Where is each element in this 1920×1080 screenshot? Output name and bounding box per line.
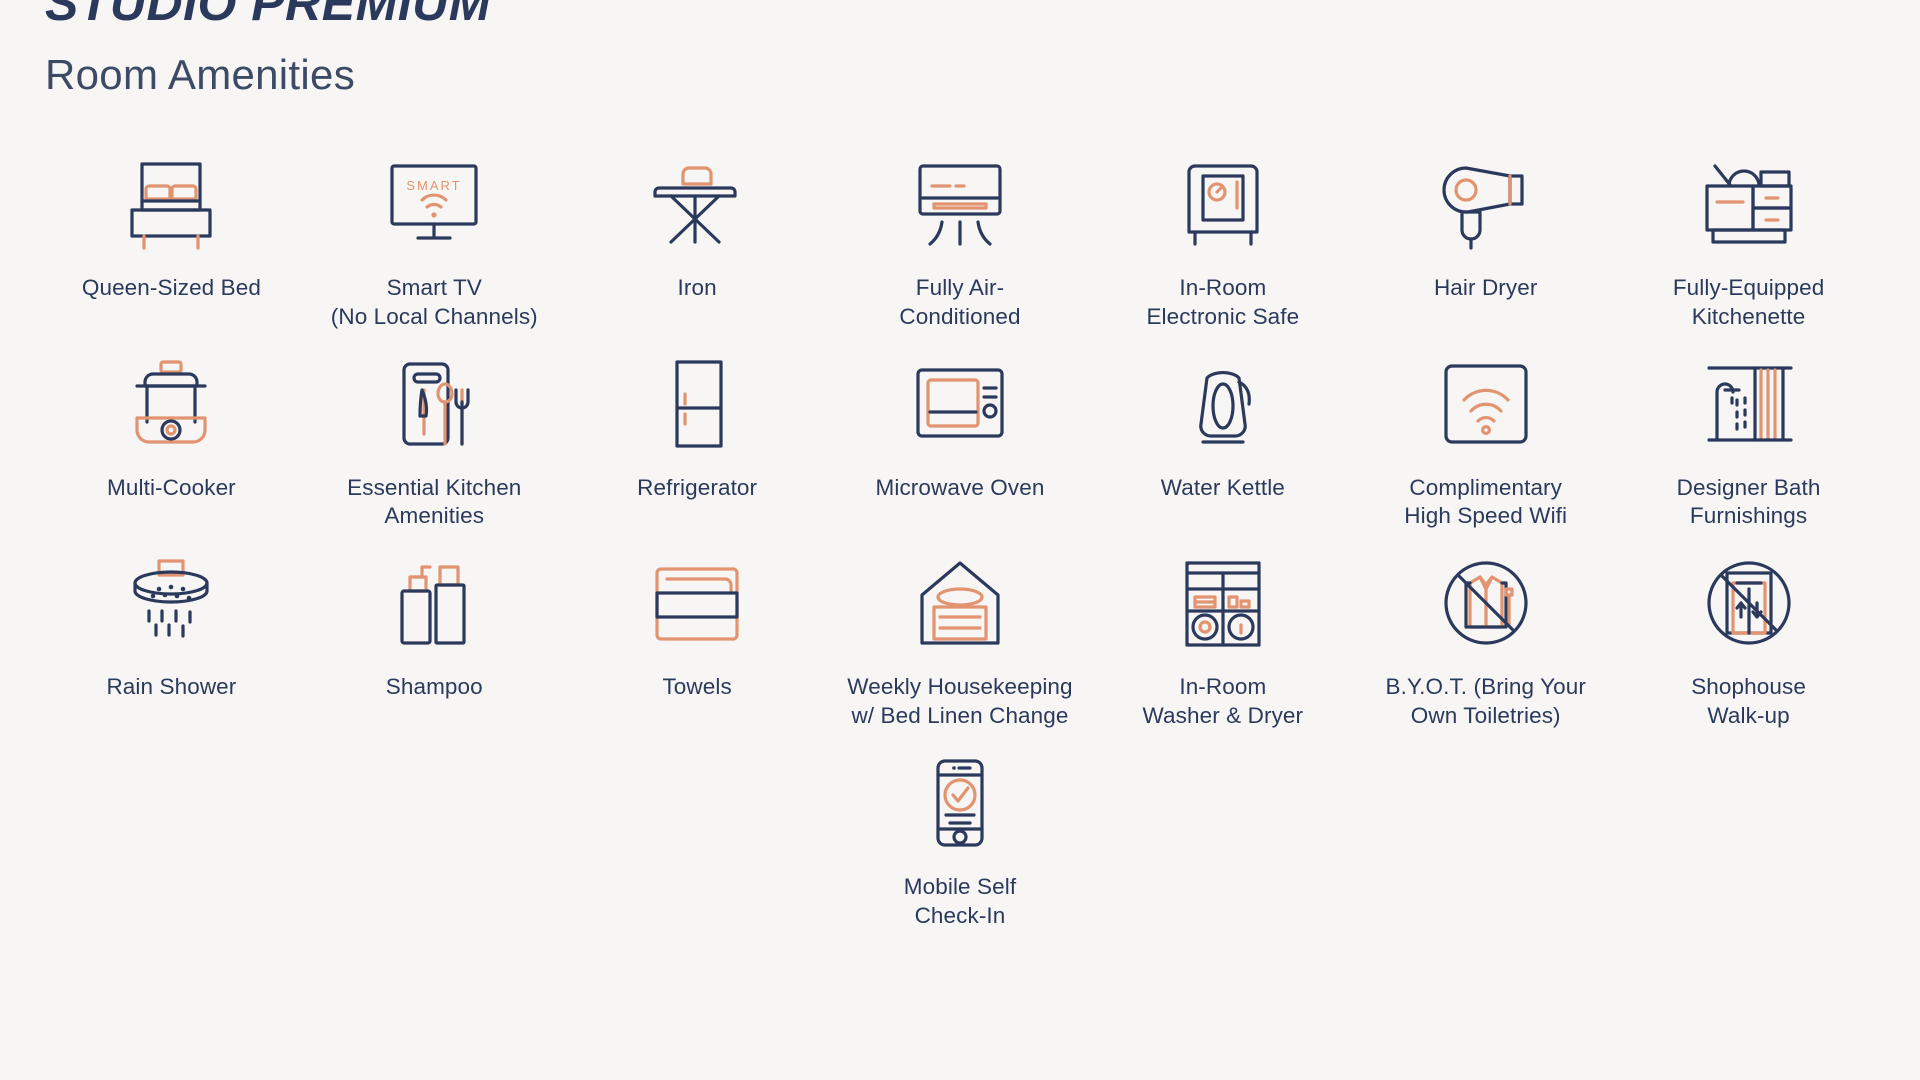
amenity-label: B.Y.O.T. (Bring Your Own Toiletries) [1385, 674, 1586, 728]
amenity-label: Towels [662, 674, 732, 700]
amenity-item-wifi: Complimentary High Speed Wifi [1354, 340, 1617, 532]
wifi-icon [1430, 348, 1542, 460]
mobile-checkin-icon [904, 747, 1016, 859]
towels-icon [641, 547, 753, 659]
shower-curtain-icon [1693, 348, 1805, 460]
hair-dryer-icon [1430, 148, 1542, 260]
iron-icon [641, 148, 753, 260]
no-toiletries-icon [1430, 547, 1542, 659]
amenity-label: Shophouse Walk-up [1691, 674, 1806, 728]
amenity-label: Water Kettle [1160, 474, 1285, 500]
amenities-page: STUDIO PREMIUM Room Amenities Queen-Size… [0, 0, 1920, 1058]
amenity-item-towels: Towels [566, 539, 829, 731]
bed-icon [116, 148, 226, 260]
amenity-label: Refrigerator [637, 474, 758, 500]
amenity-label: Iron [677, 275, 717, 300]
amenity-label: Weekly Housekeeping w/ Bed Linen Change [847, 674, 1073, 728]
amenity-item-kitchen-amenities: Essential Kitchen Amenities [303, 340, 566, 532]
safe-icon [1167, 148, 1279, 260]
grid-spacer [566, 739, 829, 931]
grid-spacer [1091, 739, 1354, 931]
amenity-item-microwave-oven: Microwave Oven [829, 340, 1092, 532]
washer-dryer-icon [1167, 547, 1279, 659]
page-title: STUDIO PREMIUM [45, 0, 491, 31]
smart-tv-screen-text: SMART [407, 178, 462, 193]
amenity-item-byot: B.Y.O.T. (Bring Your Own Toiletries) [1354, 539, 1617, 731]
amenity-item-shophouse-walkup: Shophouse Walk-up [1617, 539, 1880, 731]
amenities-grid: Queen-Sized Bed SMART Smart TV (No Local… [40, 140, 1880, 930]
grid-spacer [40, 739, 303, 931]
amenity-item-washer-dryer: In-Room Washer & Dryer [1091, 539, 1354, 731]
cutlery-board-icon [378, 348, 490, 460]
amenity-item-water-kettle: Water Kettle [1091, 340, 1354, 532]
amenity-item-iron: Iron [566, 140, 829, 332]
grid-spacer [303, 739, 566, 931]
amenity-item-kitchenette: Fully-Equipped Kitchenette [1617, 140, 1880, 332]
amenity-label: In-Room Electronic Safe [1146, 275, 1300, 329]
amenity-label: Complimentary High Speed Wifi [1404, 474, 1568, 529]
housekeeping-icon [904, 547, 1016, 659]
grid-spacer [1354, 739, 1617, 931]
refrigerator-icon [641, 348, 753, 460]
amenity-item-hair-dryer: Hair Dryer [1354, 140, 1617, 332]
smart-tv-icon: SMART [378, 148, 490, 260]
amenity-label: Rain Shower [106, 674, 237, 700]
amenity-label: Mobile Self Check-In [903, 873, 1017, 928]
amenity-label: Essential Kitchen Amenities [347, 474, 522, 529]
amenity-item-queen-sized-bed: Queen-Sized Bed [40, 140, 303, 332]
page-subtitle: Room Amenities [45, 51, 355, 98]
amenity-label: Queen-Sized Bed [81, 275, 261, 300]
rain-shower-icon [115, 547, 227, 659]
amenity-label: Fully-Equipped Kitchenette [1672, 275, 1825, 329]
multi-cooker-icon [115, 348, 227, 460]
amenity-item-rain-shower: Rain Shower [40, 539, 303, 731]
amenity-label: Hair Dryer [1433, 275, 1538, 300]
amenity-item-bath-furnishings: Designer Bath Furnishings [1617, 340, 1880, 532]
amenity-item-housekeeping: Weekly Housekeeping w/ Bed Linen Change [829, 539, 1092, 731]
page-header: STUDIO PREMIUM Room Amenities [40, 0, 1880, 96]
amenity-label: Shampoo [385, 674, 483, 700]
amenity-item-multi-cooker: Multi-Cooker [40, 340, 303, 532]
amenity-item-smart-tv: SMART Smart TV (No Local Channels) [303, 140, 566, 332]
amenity-item-refrigerator: Refrigerator [566, 340, 829, 532]
microwave-icon [904, 348, 1016, 460]
kettle-icon [1167, 348, 1279, 460]
amenity-label: In-Room Washer & Dryer [1142, 674, 1304, 728]
air-conditioner-icon [904, 148, 1016, 260]
amenity-label: Multi-Cooker [107, 474, 236, 500]
amenity-label: Smart TV (No Local Channels) [330, 275, 538, 329]
no-elevator-icon [1693, 547, 1805, 659]
amenity-item-shampoo: Shampoo [303, 539, 566, 731]
amenity-label: Microwave Oven [875, 474, 1045, 500]
amenity-label: Designer Bath Furnishings [1676, 474, 1821, 529]
grid-spacer [1617, 739, 1880, 931]
amenity-item-mobile-checkin: Mobile Self Check-In [829, 739, 1092, 931]
amenity-item-air-conditioned: Fully Air- Conditioned [829, 140, 1092, 332]
kitchenette-icon [1689, 148, 1809, 260]
amenity-label: Fully Air- Conditioned [899, 275, 1021, 329]
amenity-item-electronic-safe: In-Room Electronic Safe [1091, 140, 1354, 332]
shampoo-bottles-icon [378, 547, 490, 659]
